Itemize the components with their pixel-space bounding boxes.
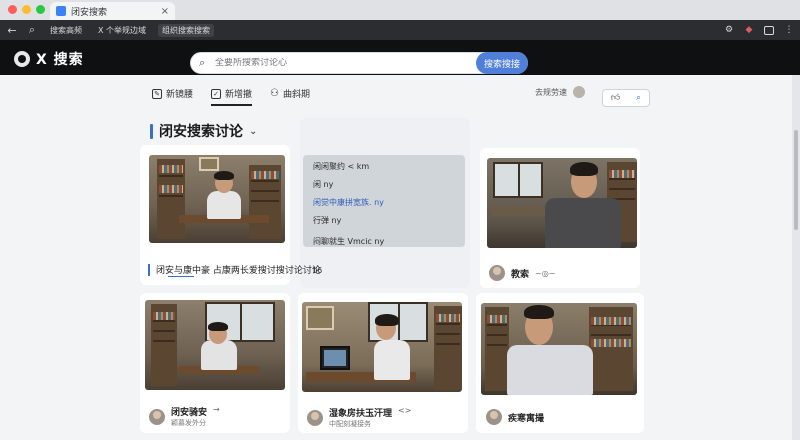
card-title: 教索	[511, 269, 530, 280]
card-subtitle: 颖慕发外分	[171, 419, 206, 427]
extension-icon[interactable]: ◆	[744, 25, 754, 35]
chevron-down-icon: ⌄	[249, 125, 258, 137]
avatar	[486, 409, 502, 425]
card-meta: <>	[398, 406, 412, 415]
maximize-window-button[interactable]	[36, 5, 45, 14]
gear-icon[interactable]: ⚙	[724, 25, 734, 35]
bookmark-item[interactable]: 组织搜索搜索	[158, 23, 215, 37]
search-icon[interactable]: ⌕	[636, 93, 641, 103]
card-meta: →	[213, 405, 220, 414]
logo-mark-icon	[14, 51, 30, 67]
tab-title: 闭安搜索	[71, 7, 108, 18]
overlay-line: 闲闲聚约 < km	[313, 162, 370, 171]
thumbnail-image[interactable]	[481, 303, 637, 395]
overlay-line[interactable]: 闲觉中康拼宽族. ny	[313, 197, 455, 208]
search-icon[interactable]: ⌕	[26, 23, 38, 37]
thumbnail-image[interactable]	[149, 155, 285, 243]
card-title: 闭安骑安	[171, 408, 208, 418]
card-subtitle: 中配刻凝接务	[329, 420, 371, 428]
section-title-text: 闭安搜索讨论	[159, 124, 243, 140]
info-overlay: 闲闲聚约 < km 闲 ny 闲觉中康拼宽族. ny 行弹 ny 闷聊就生 Vm…	[303, 155, 465, 247]
favicon-icon	[56, 6, 66, 16]
card-caption[interactable]: 教索 ~◎~	[489, 265, 555, 281]
avatar	[573, 86, 585, 98]
browser-tab[interactable]: 闭安搜索 ×	[50, 2, 175, 20]
sidebar-icon[interactable]	[764, 25, 774, 35]
user-menu[interactable]: 去规劳速	[535, 86, 585, 98]
thumbnail-image[interactable]	[302, 302, 462, 392]
card-caption[interactable]: 疾寒寓撮	[486, 409, 544, 425]
browser-window: 闭安搜索 × ← ⌕ 搜索高频 X 个举规边域 组织搜索搜索 ⚙ ◆ ⋮ X 搜…	[0, 0, 800, 440]
subnav-item[interactable]: ✎ 新镜腰	[152, 87, 193, 100]
browser-toolbar: ← ⌕ 搜索高频 X 个举规边域 组织搜索搜索 ⚙ ◆ ⋮	[0, 20, 800, 40]
scrollbar-thumb[interactable]	[794, 130, 798, 230]
subnav-item-label: 曲斜期	[282, 90, 310, 100]
row-underline	[168, 276, 194, 277]
subnav-item-active[interactable]: ✓ 新增撤	[211, 87, 253, 106]
card-title: 疾寒寓撮	[508, 413, 545, 424]
tab-strip: 闭安搜索 ×	[0, 0, 800, 20]
card-caption[interactable]: 湿象房扶玉汗理 <> 中配刻凝接务	[307, 406, 411, 429]
row-label[interactable]: 闭安与康中豪 占康两长爱搜讨搜讨论讨论	[148, 263, 321, 277]
search-bar: ⌕ 搜索搜接	[190, 52, 528, 74]
brand-name: X 搜索	[36, 52, 84, 68]
edit-icon: ✎	[152, 88, 162, 99]
page-scrollbar[interactable]	[792, 75, 800, 440]
subnav-item-label: 新增撤	[225, 90, 253, 100]
thumbnail-image[interactable]	[487, 158, 637, 248]
sub-navigation: ✎ 新镜腰 ✓ 新增撤 ⚇ 曲斜期 去规劳速	[0, 80, 800, 108]
close-window-button[interactable]	[8, 5, 17, 14]
minimize-window-button[interactable]	[22, 5, 31, 14]
checkbox-icon: ✓	[211, 88, 221, 99]
window-controls	[8, 5, 45, 14]
subnav-item[interactable]: ⚇ 曲斜期	[270, 87, 310, 100]
row-label-text: 闭安与康中豪 占康两长爱搜讨搜讨论讨论	[156, 266, 321, 276]
avatar	[307, 409, 323, 426]
overlay-line: 闷聊就生 Vmcic ny	[313, 237, 385, 246]
menu-icon[interactable]: ⋮	[784, 25, 794, 35]
action-box: 👍︎ ⌕	[602, 89, 650, 107]
toolbar-actions: ⚙ ◆ ⋮	[724, 25, 794, 35]
tab-close-icon[interactable]: ×	[161, 6, 169, 17]
search-icon: ⌕	[199, 56, 206, 69]
result-count: 16	[312, 266, 323, 275]
users-icon: ⚇	[270, 88, 279, 99]
section-title[interactable]: 闭安搜索讨论 ⌄	[150, 121, 257, 141]
back-icon[interactable]: ←	[6, 24, 18, 37]
avatar	[489, 265, 505, 281]
overlay-line: 行弹 ny	[313, 216, 342, 225]
logo[interactable]: X 搜索	[14, 49, 84, 69]
card-title: 湿象房扶玉汗理	[329, 409, 393, 419]
bookmark-item[interactable]: 搜索高频	[46, 24, 86, 37]
overlay-line: 闲 ny	[313, 180, 334, 189]
row-accent	[148, 263, 150, 276]
card-meta: ~◎~	[535, 268, 556, 278]
user-menu-label: 去规劳速	[535, 87, 567, 97]
bookmark-item[interactable]: X 个举规边域	[94, 24, 150, 37]
subnav-item-label: 新镜腰	[166, 90, 194, 100]
card-caption[interactable]: 闭安骑安 → 颖慕发外分	[149, 405, 220, 428]
thumbnail-image[interactable]	[145, 300, 285, 390]
section-accent	[150, 123, 153, 139]
search-button[interactable]: 搜索搜接	[476, 52, 528, 74]
like-icon[interactable]: 👍︎	[611, 93, 620, 103]
avatar	[149, 408, 165, 425]
